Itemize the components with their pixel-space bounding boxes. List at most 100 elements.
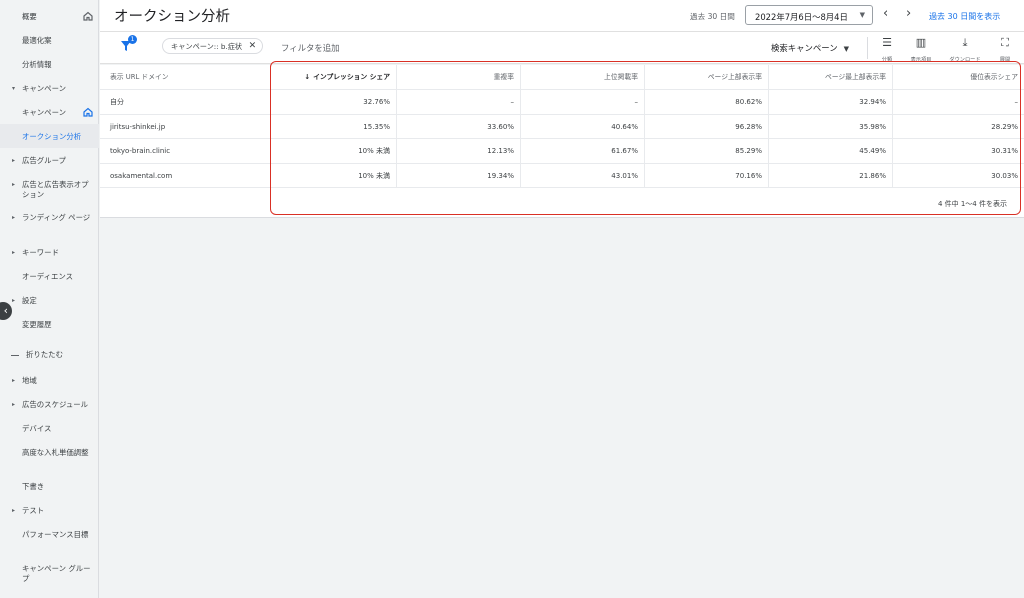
sidebar-item-label: 広告と広告表示オプション bbox=[22, 180, 89, 199]
date-range-value: 2022年7月6日〜8月4日 bbox=[755, 12, 848, 22]
main-content: オークション分析 過去 30 日間 2022年7月6日〜8月4日 ▼ ‹ › 過… bbox=[100, 0, 1024, 598]
sidebar-item-label: 最適化案 bbox=[22, 36, 52, 45]
column-divider bbox=[644, 90, 645, 114]
download-button[interactable]: ⤓ ダウンロード bbox=[947, 36, 983, 63]
table-cell: – bbox=[510, 98, 515, 106]
caret-right-icon: ▸ bbox=[12, 297, 16, 304]
column-divider bbox=[768, 163, 769, 188]
column-divider bbox=[768, 114, 769, 139]
campaign-filter-chip[interactable]: キャンペーン:: b.症状 ✕ bbox=[162, 38, 264, 54]
table-cell: 32.94% bbox=[859, 98, 886, 106]
column-divider bbox=[270, 114, 271, 139]
campaign-type-value: 検索キャンペーン bbox=[771, 43, 838, 53]
table-cell: 80.62% bbox=[735, 98, 762, 106]
expand-button[interactable]: ⛶ 展開 bbox=[987, 36, 1023, 63]
caret-right-icon: ▸ bbox=[12, 377, 16, 384]
sidebar-item-label: キャンペーン bbox=[22, 84, 66, 93]
column-header[interactable]: 表示 URL ドメイン bbox=[110, 65, 169, 89]
sidebar-item[interactable]: キャンペーン bbox=[0, 107, 99, 118]
add-filter-input[interactable]: フィルタを追加 bbox=[281, 42, 339, 54]
sidebar-item-label: ランディング ページ bbox=[22, 213, 91, 222]
sidebar-item[interactable]: 分析情報 bbox=[0, 60, 99, 70]
caret-right-icon: ▸ bbox=[12, 507, 16, 514]
table-row: osakamental.com 10% 未満 19.34% 43.01% 70.16% 2… bbox=[100, 163, 1024, 188]
column-divider bbox=[768, 65, 769, 89]
sidebar-item[interactable]: ▸ 設定 bbox=[0, 296, 99, 306]
column-divider bbox=[270, 139, 271, 163]
table-cell: jiritsu-shinkei.jp bbox=[110, 122, 166, 131]
table-cell: 45.49% bbox=[859, 147, 886, 155]
sidebar-item[interactable]: オーディエンス bbox=[0, 272, 99, 282]
sidebar-item[interactable]: 概要 bbox=[0, 11, 99, 22]
sidebar-item[interactable]: ▸ 地域 bbox=[0, 376, 99, 386]
sidebar-item[interactable]: オークション分析 bbox=[0, 124, 99, 148]
sidebar-item-label: 分析情報 bbox=[22, 60, 52, 69]
sidebar-item-label: 地域 bbox=[22, 376, 37, 385]
column-header[interactable]: ページ上部表示率 bbox=[644, 65, 762, 89]
campaign-type-select[interactable]: 検索キャンペーン ▼ bbox=[771, 42, 849, 54]
sidebar-item[interactable]: ▸ 広告のスケジュール bbox=[0, 400, 99, 410]
date-range-select[interactable]: 2022年7月6日〜8月4日 ▼ bbox=[745, 5, 873, 25]
caret-right-icon: ▸ bbox=[12, 157, 16, 164]
table-cell: 15.35% bbox=[363, 122, 390, 131]
column-header[interactable]: 重複率 bbox=[396, 65, 514, 89]
sidebar-item-label: キャンペーン グループ bbox=[22, 564, 91, 583]
sidebar-item-label: 下書き bbox=[22, 482, 45, 491]
sidebar-item[interactable]: 下書き bbox=[0, 482, 99, 492]
table-cell: – bbox=[1014, 98, 1019, 106]
sidebar-item[interactable]: 最適化案 bbox=[0, 36, 99, 46]
table-cell: 21.86% bbox=[859, 171, 886, 180]
table-header-row: 表示 URL ドメイン ↓ インプレッション シェア 重複率 上位掲載率 ページ上部表示率… bbox=[100, 65, 1024, 90]
sidebar-item[interactable]: 折りたたむ bbox=[0, 350, 99, 360]
columns-button[interactable]: ▥ 表示項目 bbox=[903, 36, 939, 63]
sidebar-item[interactable]: ▸ ランディング ページ bbox=[0, 213, 99, 235]
tool-label: 分類 bbox=[881, 57, 893, 63]
tool-label: ダウンロード bbox=[949, 57, 981, 63]
table-row: tokyo-brain.clinic 10% 未満 12.13% 61.67% 85.2… bbox=[100, 139, 1024, 164]
column-divider bbox=[520, 163, 521, 188]
sidebar-item[interactable]: パフォーマンス目標 bbox=[0, 530, 99, 552]
sidebar-item[interactable]: ▸ テスト bbox=[0, 506, 99, 516]
sidebar-item[interactable]: ▸ キーワード bbox=[0, 248, 99, 258]
sidebar-item[interactable]: キャンペーン グループ bbox=[0, 564, 99, 586]
tool-label: 展開 bbox=[999, 57, 1011, 63]
column-divider bbox=[892, 163, 893, 188]
sidebar-item[interactable]: ▸ 広告と広告表示オプション bbox=[0, 180, 99, 202]
column-divider bbox=[270, 65, 271, 89]
show-last-30-days-link[interactable]: 過去 30 日間を表示 bbox=[929, 11, 1000, 22]
previous-period-button[interactable]: ‹ bbox=[883, 6, 888, 21]
page-title: オークション分析 bbox=[114, 9, 230, 25]
table-cell: 28.29% bbox=[991, 122, 1018, 131]
sidebar-item-label: パフォーマンス目標 bbox=[22, 530, 89, 539]
chevron-down-icon: ▼ bbox=[859, 11, 865, 19]
sidebar-item[interactable]: ▾ キャンペーン bbox=[0, 84, 99, 94]
sidebar-item[interactable]: ▸ 広告グループ bbox=[0, 156, 99, 166]
column-divider bbox=[520, 139, 521, 163]
column-divider bbox=[644, 163, 645, 188]
pagination-summary: 4 件中 1〜4 件を表示 bbox=[937, 200, 1007, 208]
column-header[interactable]: ↓ インプレッション シェア bbox=[270, 65, 390, 89]
caret-down-icon: ▾ bbox=[12, 85, 16, 92]
column-header[interactable]: ページ最上部表示率 bbox=[768, 65, 886, 89]
sidebar-item[interactable]: 変更履歴 bbox=[0, 320, 99, 330]
caret-right-icon: ▸ bbox=[12, 401, 16, 408]
column-divider bbox=[520, 65, 521, 89]
sidebar-item[interactable]: 高度な入札単価調整 bbox=[0, 448, 99, 470]
caret-right-icon: ▸ bbox=[12, 181, 16, 188]
column-header[interactable]: 優位表示シェア bbox=[892, 65, 1018, 89]
table-cell: tokyo-brain.clinic bbox=[110, 147, 171, 155]
table-cell: 61.67% bbox=[611, 147, 638, 155]
next-period-button[interactable]: › bbox=[906, 6, 911, 21]
sidebar-item-label: 広告のスケジュール bbox=[22, 400, 88, 409]
auction-insights-table: 4 件中 1〜4 件を表示 表示 URL ドメイン ↓ インプレッション シェア 重複… bbox=[100, 65, 1024, 218]
column-header[interactable]: 上位掲載率 bbox=[520, 65, 638, 89]
column-divider bbox=[270, 90, 271, 114]
table-cell: 30.03% bbox=[991, 171, 1018, 180]
top-bar: オークション分析 過去 30 日間 2022年7月6日〜8月4日 ▼ ‹ › 過… bbox=[100, 0, 1024, 32]
segment-button[interactable]: ☰ 分類 bbox=[869, 36, 905, 63]
caret-right-icon: ▸ bbox=[12, 214, 16, 221]
sidebar-item-label: 広告グループ bbox=[22, 156, 66, 165]
home-icon bbox=[83, 107, 93, 117]
close-icon[interactable]: ✕ bbox=[249, 41, 257, 51]
sidebar-item[interactable]: デバイス bbox=[0, 424, 99, 434]
